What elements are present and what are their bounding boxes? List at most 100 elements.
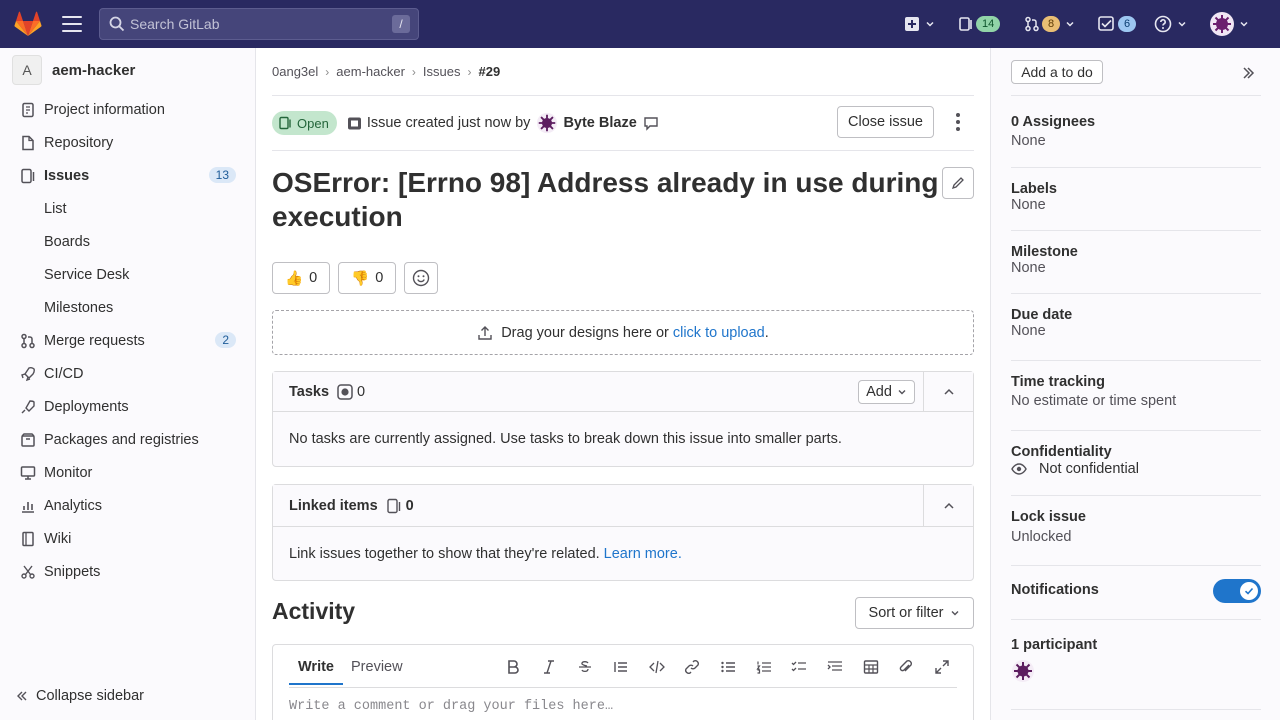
comment-input[interactable]: Write a comment or drag your files here… bbox=[289, 699, 613, 714]
project-avatar: A bbox=[12, 55, 42, 85]
collapse-sidebar-button[interactable]: Collapse sidebar bbox=[16, 688, 144, 704]
attachment-icon[interactable] bbox=[898, 659, 914, 675]
collapse-linked-button[interactable] bbox=[923, 485, 973, 527]
search-input[interactable] bbox=[130, 16, 390, 32]
double-chevron-right-icon[interactable] bbox=[1241, 66, 1255, 80]
chevron-down-icon bbox=[1066, 21, 1074, 27]
breadcrumb-current[interactable]: #29 bbox=[479, 64, 501, 79]
issues-count-badge: 13 bbox=[208, 167, 236, 183]
task-done-icon bbox=[337, 383, 353, 400]
tab-preview[interactable]: Preview bbox=[351, 659, 403, 675]
divider bbox=[1011, 230, 1261, 231]
add-task-button[interactable]: Add bbox=[858, 380, 915, 404]
milestone-section[interactable]: Milestone None bbox=[1011, 244, 1261, 276]
thumbs-down-icon: 👎 bbox=[351, 270, 370, 287]
issue-created-info: Issue created just now by Byte Blaze bbox=[347, 112, 659, 134]
issues-nav[interactable]: 14 bbox=[958, 12, 1001, 36]
sidebar-item-repository[interactable]: Repository bbox=[0, 126, 256, 159]
check-icon bbox=[1244, 587, 1254, 595]
breadcrumb-link[interactable]: Issues bbox=[423, 64, 461, 79]
breadcrumb-link[interactable]: 0ang3el bbox=[272, 64, 318, 79]
assignees-section[interactable]: 0 Assignees None bbox=[1011, 114, 1261, 149]
merge-requests-nav[interactable]: 8 bbox=[1024, 12, 1074, 36]
mr-count-badge: 8 bbox=[1042, 16, 1061, 32]
sidebar-item-wiki[interactable]: Wiki bbox=[0, 522, 256, 555]
sidebar-subitem-milestones[interactable]: Milestones bbox=[0, 291, 256, 324]
notifications-toggle[interactable] bbox=[1213, 579, 1261, 603]
bullet-list-icon[interactable] bbox=[720, 659, 736, 675]
quote-icon[interactable] bbox=[613, 659, 629, 675]
chevron-right-icon: › bbox=[325, 64, 330, 79]
strikethrough-icon[interactable] bbox=[577, 659, 593, 675]
comment-editor: Write Preview Write a comment or drag yo… bbox=[272, 644, 974, 720]
confidentiality-section[interactable]: Confidentiality Not confidential bbox=[1011, 444, 1261, 477]
table-icon[interactable] bbox=[863, 659, 879, 675]
issues-icon bbox=[386, 498, 400, 513]
project-header[interactable]: A aem-hacker bbox=[12, 55, 135, 85]
close-issue-button[interactable]: Close issue bbox=[837, 106, 934, 138]
task-list-icon[interactable] bbox=[791, 659, 807, 675]
sidebar-item-issues[interactable]: Issues 13 bbox=[0, 159, 256, 192]
code-icon[interactable] bbox=[649, 659, 665, 675]
sidebar-item-packages[interactable]: Packages and registries bbox=[0, 423, 256, 456]
divider bbox=[289, 687, 957, 688]
search-box[interactable]: / bbox=[99, 8, 419, 40]
sidebar-subitem-service-desk[interactable]: Service Desk bbox=[0, 258, 256, 291]
new-dropdown[interactable] bbox=[904, 12, 934, 36]
lock-issue-section[interactable]: Lock issue Unlocked bbox=[1011, 509, 1261, 545]
thumbs-up-button[interactable]: 👍 0 bbox=[272, 262, 331, 294]
link-icon[interactable] bbox=[684, 659, 700, 675]
sidebar-item-monitor[interactable]: Monitor bbox=[0, 456, 256, 489]
double-chevron-left-icon bbox=[17, 691, 27, 701]
due-date-section[interactable]: Due date None bbox=[1011, 307, 1261, 339]
sidebar-item-snippets[interactable]: Snippets bbox=[0, 555, 256, 588]
add-reaction-button[interactable] bbox=[404, 262, 439, 294]
add-todo-button[interactable]: Add a to do bbox=[1011, 60, 1103, 84]
upload-link[interactable]: click to upload bbox=[673, 325, 765, 341]
gitlab-logo-icon[interactable] bbox=[14, 11, 42, 37]
sidebar-subitem-boards[interactable]: Boards bbox=[0, 225, 256, 258]
sidebar-item-cicd[interactable]: CI/CD bbox=[0, 357, 256, 390]
divider bbox=[1011, 430, 1261, 431]
learn-more-link[interactable]: Learn more. bbox=[604, 546, 682, 562]
time-tracking-section[interactable]: Time tracking No estimate or time spent bbox=[1011, 374, 1261, 409]
time-tracking-label: Time tracking bbox=[1011, 374, 1106, 390]
sidebar-item-deployments[interactable]: Deployments bbox=[0, 390, 256, 423]
edit-title-button[interactable] bbox=[942, 167, 974, 199]
collapse-tasks-button[interactable] bbox=[923, 372, 973, 412]
author-name[interactable]: Byte Blaze bbox=[563, 115, 636, 131]
linked-items-card: Linked items 0 Link issues together to s… bbox=[272, 484, 974, 581]
collapsible-icon[interactable] bbox=[827, 659, 843, 675]
sort-filter-dropdown[interactable]: Sort or filter bbox=[855, 597, 974, 629]
user-menu[interactable] bbox=[1210, 12, 1248, 36]
sidebar-item-label: Wiki bbox=[44, 530, 72, 547]
design-upload-dropzone[interactable]: Drag your designs here or click to uploa… bbox=[272, 310, 974, 355]
award-emoji-row: 👍 0 👎 0 bbox=[272, 262, 439, 294]
menu-icon[interactable] bbox=[62, 16, 82, 32]
divider bbox=[1011, 709, 1261, 710]
milestone-label: Milestone bbox=[1011, 244, 1078, 260]
more-actions-icon[interactable] bbox=[948, 111, 968, 133]
thumbs-down-button[interactable]: 👎 0 bbox=[338, 262, 397, 294]
rocket-icon bbox=[21, 366, 35, 381]
breadcrumb-link[interactable]: aem-hacker bbox=[336, 64, 405, 79]
fullscreen-icon[interactable] bbox=[934, 659, 950, 675]
author-avatar[interactable] bbox=[536, 112, 558, 134]
search-icon bbox=[109, 16, 125, 32]
merge-request-icon bbox=[1025, 16, 1039, 32]
sidebar-subitem-list[interactable]: List bbox=[0, 192, 256, 225]
sidebar-item-analytics[interactable]: Analytics bbox=[0, 489, 256, 522]
labels-section[interactable]: Labels None bbox=[1011, 181, 1261, 213]
participant-avatar[interactable] bbox=[1011, 659, 1035, 683]
help-dropdown[interactable] bbox=[1154, 12, 1186, 36]
tasks-count: 0 bbox=[357, 383, 366, 400]
todos-nav[interactable]: 6 bbox=[1098, 12, 1137, 36]
numbered-list-icon[interactable] bbox=[756, 659, 772, 675]
bold-icon[interactable] bbox=[505, 659, 521, 675]
sidebar-item-project-information[interactable]: Project information bbox=[0, 93, 256, 126]
sidebar-item-merge-requests[interactable]: Merge requests 2 bbox=[0, 324, 256, 357]
italic-icon[interactable] bbox=[541, 659, 557, 675]
confidentiality-label: Confidentiality bbox=[1011, 444, 1112, 460]
participants-section: 1 participant bbox=[1011, 637, 1261, 686]
tab-write[interactable]: Write bbox=[298, 659, 334, 675]
